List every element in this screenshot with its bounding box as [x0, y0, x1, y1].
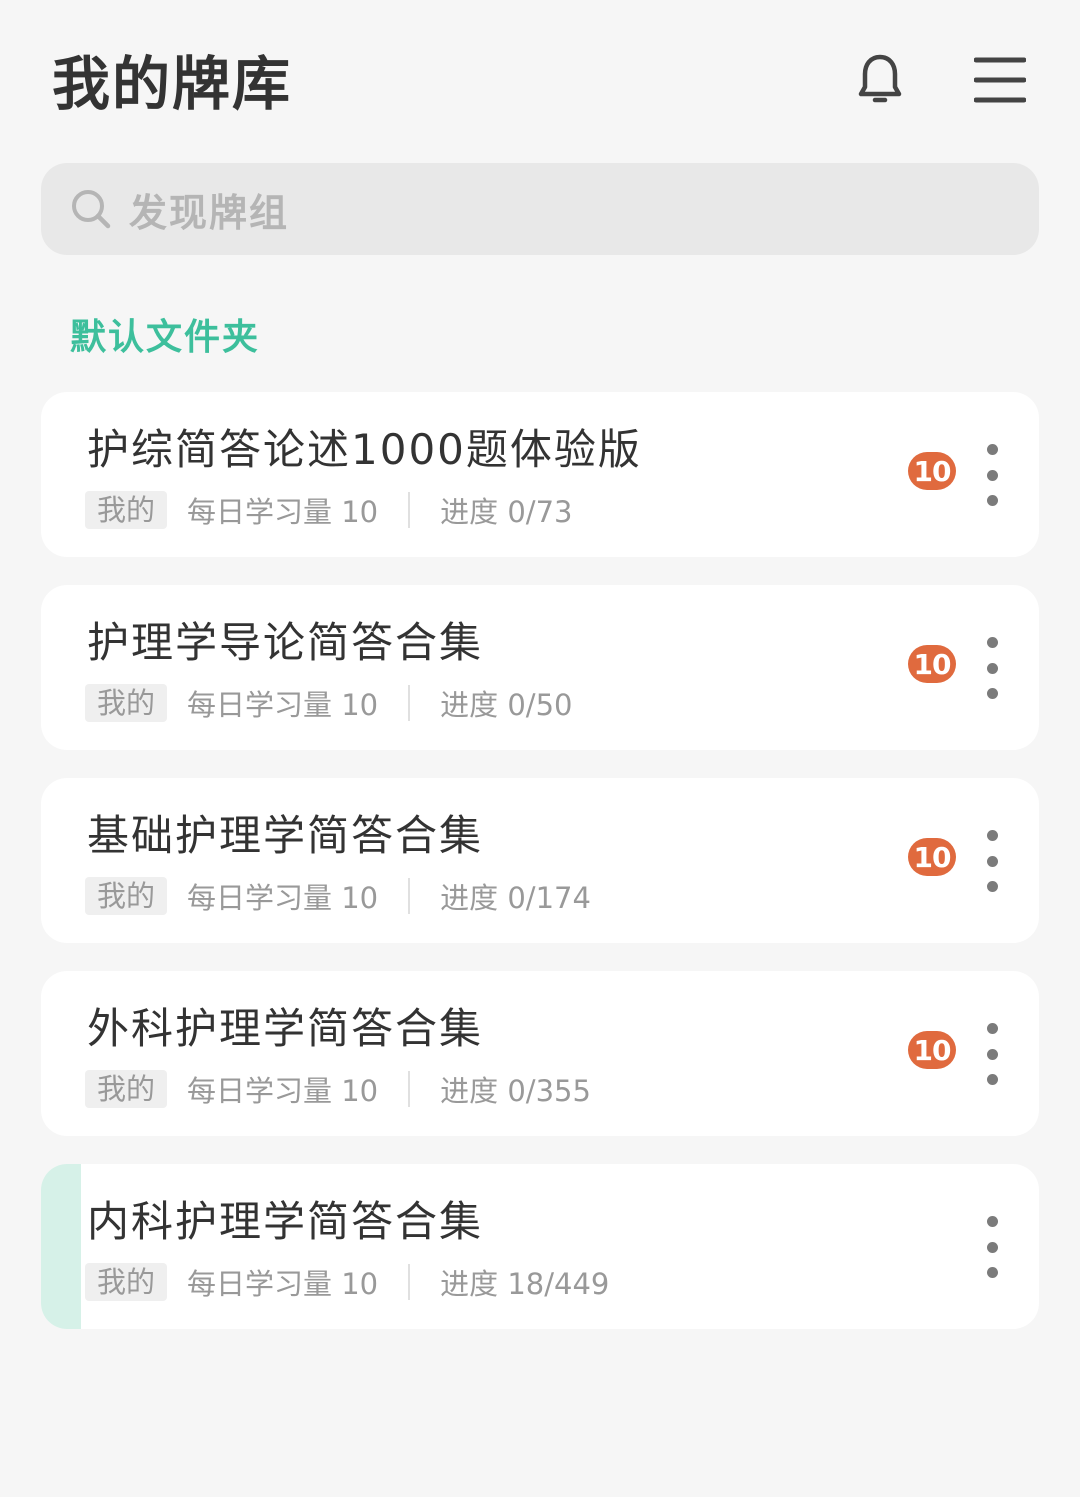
more-options-button[interactable]: [976, 637, 1008, 699]
daily-amount: 每日学习量 10: [187, 1074, 379, 1108]
deck-meta: 我的 每日学习量 10 进度 0/174: [85, 876, 591, 916]
meta-divider: [408, 1071, 411, 1107]
deck-title: 护理学导论简答合集: [87, 618, 484, 667]
more-vertical-icon: [986, 444, 998, 455]
search-bar[interactable]: 发现牌组: [41, 163, 1039, 255]
deck-title: 护综简答论述1000题体验版: [87, 425, 642, 474]
more-vertical-icon: [986, 830, 998, 841]
due-count-badge: 10: [908, 1031, 956, 1069]
due-count-badge: 10: [908, 452, 956, 490]
folder-title[interactable]: 默认文件夹: [70, 308, 260, 360]
deck-meta: 我的 每日学习量 10 进度 0/73: [85, 490, 572, 530]
deck-card[interactable]: 护综简答论述1000题体验版 我的 每日学习量 10 进度 0/73 10: [41, 392, 1039, 557]
owner-tag: 我的: [85, 684, 168, 722]
more-options-button[interactable]: [976, 1216, 1008, 1278]
hamburger-menu-icon: [973, 56, 1027, 108]
more-vertical-icon: [986, 1023, 998, 1034]
bell-icon: [858, 53, 902, 111]
deck-card[interactable]: 基础护理学简答合集 我的 每日学习量 10 进度 0/174 10: [41, 778, 1039, 943]
meta-divider: [408, 1264, 411, 1300]
deck-meta: 我的 每日学习量 10 进度 0/50: [85, 683, 572, 723]
meta-divider: [408, 492, 411, 528]
app-header: 我的牌库: [0, 0, 1080, 160]
current-deck-indicator: [41, 1164, 81, 1329]
deck-card[interactable]: 内科护理学简答合集 我的 每日学习量 10 进度 18/449: [41, 1164, 1039, 1329]
due-count-badge: 10: [908, 645, 956, 683]
more-vertical-icon: [986, 1216, 998, 1227]
owner-tag: 我的: [85, 491, 168, 529]
due-count-badge: 10: [908, 838, 956, 876]
page-title: 我的牌库: [52, 50, 293, 118]
daily-amount: 每日学习量 10: [187, 1267, 379, 1301]
owner-tag: 我的: [85, 1263, 168, 1301]
daily-amount: 每日学习量 10: [187, 495, 379, 529]
deck-progress: 进度 0/73: [440, 495, 573, 529]
deck-card[interactable]: 外科护理学简答合集 我的 每日学习量 10 进度 0/355 10: [41, 971, 1039, 1136]
deck-progress: 进度 0/355: [440, 1074, 591, 1108]
more-options-button[interactable]: [976, 1023, 1008, 1085]
daily-amount: 每日学习量 10: [187, 688, 379, 722]
deck-meta: 我的 每日学习量 10 进度 0/355: [85, 1069, 591, 1109]
deck-meta: 我的 每日学习量 10 进度 18/449: [85, 1262, 609, 1302]
deck-title: 内科护理学简答合集: [87, 1197, 484, 1246]
deck-card[interactable]: 护理学导论简答合集 我的 每日学习量 10 进度 0/50 10: [41, 585, 1039, 750]
owner-tag: 我的: [85, 877, 168, 915]
deck-progress: 进度 18/449: [440, 1267, 610, 1301]
more-options-button[interactable]: [976, 444, 1008, 506]
meta-divider: [408, 685, 411, 721]
notifications-button[interactable]: [852, 52, 908, 112]
search-icon: [69, 187, 113, 231]
deck-title: 基础护理学简答合集: [87, 811, 484, 860]
deck-progress: 进度 0/50: [440, 688, 573, 722]
deck-progress: 进度 0/174: [440, 881, 591, 915]
menu-button[interactable]: [968, 52, 1032, 112]
meta-divider: [408, 878, 411, 914]
deck-title: 外科护理学简答合集: [87, 1004, 484, 1053]
daily-amount: 每日学习量 10: [187, 881, 379, 915]
more-options-button[interactable]: [976, 830, 1008, 892]
search-placeholder: 发现牌组: [129, 190, 290, 235]
owner-tag: 我的: [85, 1070, 168, 1108]
more-vertical-icon: [986, 637, 998, 648]
